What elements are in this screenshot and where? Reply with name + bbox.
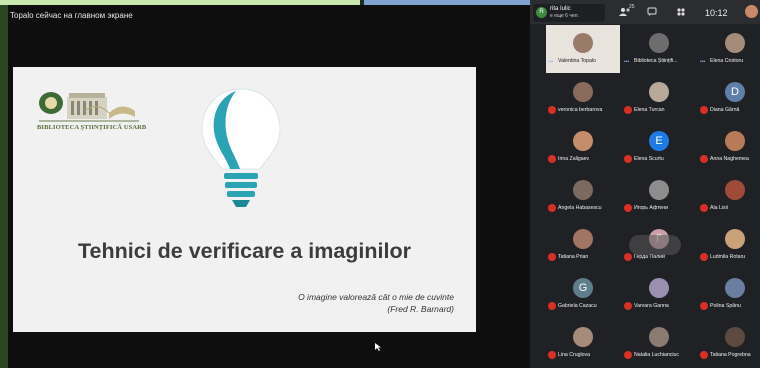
participant-avatar [649,327,669,347]
participant-tile[interactable]: veronica berbarova [546,74,620,122]
participant-tile[interactable]: Anna Naghemea [698,123,760,171]
notification-name: rita Iulic [550,6,571,12]
participant-avatar: G [573,278,593,298]
participant-name: Ludmila Rotaru [710,254,746,260]
participant-avatar [649,33,669,53]
presentation-slide: BIBLIOTECA ȘTIINȚIFICĂ USARB Tehnici de … [13,67,476,332]
participant-avatar [725,33,745,53]
chat-icon[interactable] [647,7,657,17]
participant-tile[interactable]: G Gabriela Cazacu [546,270,620,318]
participant-name: Elena Scurtu [634,156,664,162]
mouse-cursor-icon [375,343,381,351]
participant-tile[interactable]: Elena Turcan [622,74,696,122]
participant-avatar: D [725,82,745,102]
participant-name: Tatiana Prian [558,254,589,260]
shared-screen: Topalo сейчас на главном экране BIBLIOTE… [8,5,530,368]
tile-hover-controls[interactable] [629,235,681,255]
participant-avatar [573,327,593,347]
participant-avatar [573,82,593,102]
notification-subtext: е еще 6 чел. [550,13,579,19]
participant-tile[interactable]: Lina Cruglova [546,319,620,367]
participant-tile[interactable]: D Diana Gărnă [698,74,760,122]
participant-avatar [725,327,745,347]
participant-tile[interactable]: ••• Elena Croitoru [698,25,760,73]
participant-avatar [725,229,745,249]
screen-share-banner: Topalo сейчас на главном экране [10,11,133,20]
people-count: 25 [629,4,635,10]
participant-avatar [573,229,593,249]
participant-name: Ala Lisii [710,205,728,211]
meeting-topbar: R rita Iulic е еще 6 чел. 25 10:12 [530,0,760,24]
logo-caption: BIBLIOTECA ȘTIINȚIFICĂ USARB [37,124,147,131]
participant-name: Irina Zaligaev [558,156,590,162]
slide-title: Tehnici de verificare a imaginilor [78,239,411,263]
participant-name: Varvara Ganna [634,303,669,309]
participant-name: Diana Gărnă [710,107,740,113]
participant-tile[interactable]: Natalia Luchianciuc [622,319,696,367]
participant-avatar [573,131,593,151]
quote-author: (Fred R. Barnard) [387,304,454,314]
participant-name: Elena Turcan [634,107,665,113]
participant-tile[interactable]: Ala Lisii [698,172,760,220]
participant-tile[interactable]: Varvara Ganna [622,270,696,318]
participant-avatar [649,180,669,200]
lightbulb-icon [201,88,281,207]
participant-tile[interactable]: E Elena Scurtu [622,123,696,171]
slide-quote: O imagine valorează cât o mie de cuvinte… [298,291,454,315]
participant-avatar [725,131,745,151]
participant-name: Natalia Luchianciuc [634,352,679,358]
participant-tile[interactable]: Angela Habasescu [546,172,620,220]
participant-name: Gabriela Cazacu [558,303,597,309]
participant-name: Игорь Афтени [634,205,669,211]
frame-left-edge [0,0,8,368]
participant-avatar [649,82,669,102]
participant-name: Angela Habasescu [558,205,602,211]
participant-tile[interactable]: Игорь Афтени [622,172,696,220]
participant-tile[interactable]: ••• Valentina Topalo [546,25,620,73]
clock-time: 10:12 [705,8,728,18]
participant-tile[interactable]: Ludmila Rotaru [698,221,760,269]
participant-name: Polina Spânu [710,303,741,309]
participant-name: Tatiana Pogrebna [710,352,751,358]
notification-avatar: R [536,7,547,18]
activities-icon[interactable] [676,7,686,17]
participant-avatar: E [649,131,669,151]
participant-name: Elena Croitoru [710,58,744,64]
participant-avatar [725,180,745,200]
join-notification[interactable]: R rita Iulic е еще 6 чел. [533,4,605,22]
participant-name: veronica berbarova [558,107,603,113]
participant-name: Biblioteca Științifi... [634,58,678,64]
participant-tile[interactable]: Tatiana Prian [546,221,620,269]
participant-tile[interactable]: ••• Biblioteca Științifi... [622,25,696,73]
participant-tile[interactable]: Tatiana Pogrebna [698,319,760,367]
participant-avatar [725,278,745,298]
participant-avatar [649,278,669,298]
participant-avatar [573,33,593,53]
quote-text: O imagine valorează cât o mie de cuvinte [298,292,454,302]
participant-tile[interactable]: Polina Spânu [698,270,760,318]
participant-avatar [573,180,593,200]
participant-name: Anna Naghemea [710,156,749,162]
participants-panel: R rita Iulic е еще 6 чел. 25 10:12 ••• Va… [530,0,760,368]
account-avatar[interactable] [745,5,758,18]
participant-name: Valentina Topalo [558,58,596,64]
participant-name: Lina Cruglova [558,352,591,358]
participant-tile[interactable]: Irina Zaligaev [546,123,620,171]
